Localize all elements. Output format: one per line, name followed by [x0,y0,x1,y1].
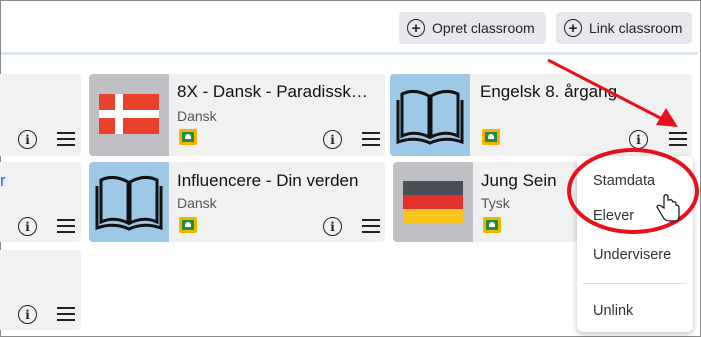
hand-cursor-icon [656,193,680,222]
annotation-arrow [547,58,669,124]
annotation-overlay [547,58,699,234]
